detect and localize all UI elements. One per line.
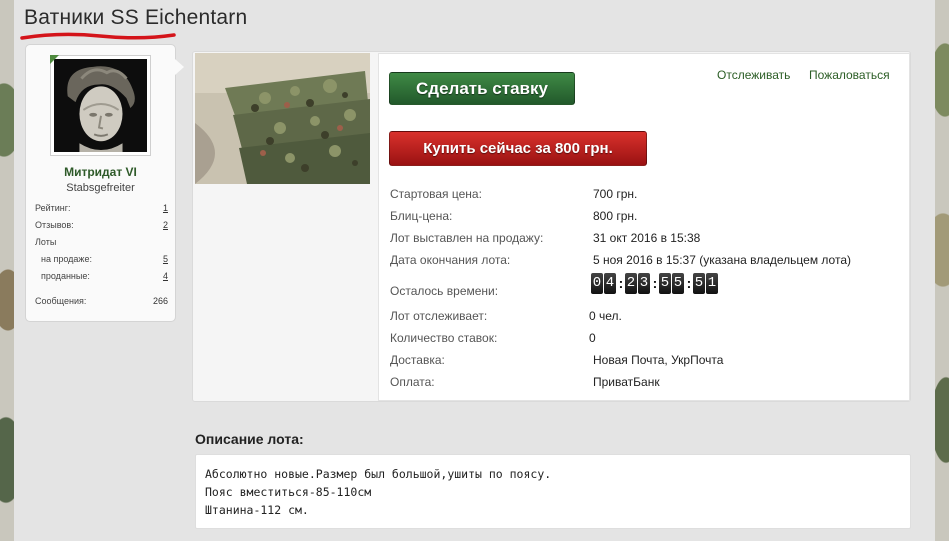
stat-messages-value: 266 [152, 296, 168, 306]
title-underline [20, 32, 176, 40]
stat-lots: Лоты [35, 237, 168, 247]
stat-rating: Рейтинг: 1 [35, 203, 168, 213]
stat-rating-value[interactable]: 1 [163, 203, 168, 213]
report-link[interactable]: Пожаловаться [809, 68, 890, 82]
field-delivery-value: Новая Почта, УкрПочта [593, 353, 724, 367]
description-title: Описание лота: [195, 431, 304, 447]
timer-digit: 1 [706, 272, 718, 294]
stat-reviews-label: Отзывов: [35, 220, 74, 230]
stat-lots-label: Лоты [35, 237, 57, 247]
lot-photo-image [195, 53, 370, 184]
field-bids-value: 0 [589, 331, 596, 345]
stat-rating-label: Рейтинг: [35, 203, 71, 213]
stat-on-sale-value[interactable]: 5 [163, 254, 168, 264]
avatar-corner-marker [50, 55, 59, 64]
field-watchers-label: Лот отслеживает: [390, 309, 488, 323]
field-blitz-price-value: 800 грн. [593, 209, 638, 223]
stat-sold-label: проданные: [41, 271, 90, 281]
description-line: Штанина-112 см. [205, 503, 309, 517]
timer-separator: : [686, 275, 692, 291]
field-delivery-label: Доставка: [390, 353, 445, 367]
field-time-left-label: Осталось времени: [390, 284, 499, 298]
field-end-date-value: 5 ноя 2016 в 15:37 (указана владельцем л… [593, 253, 851, 267]
stat-reviews: Отзывов: 2 [35, 220, 168, 230]
user-card: Митридат VI Stabsgefreiter Рейтинг: 1 От… [25, 44, 184, 322]
timer-separator: : [618, 275, 624, 291]
description-line: Абсолютно новые.Размер был большой,ушиты… [205, 467, 552, 481]
timer-digit: 0 [591, 272, 603, 294]
stat-messages-label: Сообщения: [35, 296, 87, 306]
lot-photo[interactable] [195, 53, 370, 184]
page-title: Ватники SS Eichentarn [24, 6, 248, 29]
timer-digit: 3 [638, 272, 650, 294]
countdown-timer: 0 4 : 2 3 : 5 5 : 5 1 [591, 272, 719, 294]
field-start-price-value: 700 грн. [593, 187, 638, 201]
place-bid-button[interactable]: Сделать ставку [389, 72, 575, 105]
description-line: Пояс вместиться-85-110см [205, 485, 372, 499]
field-end-date-label: Дата окончания лота: [390, 253, 511, 267]
timer-digit: 5 [659, 272, 671, 294]
description-box: Абсолютно новые.Размер был большой,ушиты… [195, 454, 911, 529]
stat-on-sale: на продаже: 5 [41, 254, 168, 264]
avatar[interactable] [50, 55, 151, 156]
follow-link[interactable]: Отслеживать [717, 68, 790, 82]
timer-separator: : [652, 275, 658, 291]
field-listed-label: Лот выставлен на продажу: [390, 231, 544, 245]
stat-on-sale-label: на продаже: [41, 254, 92, 264]
field-watchers-value: 0 чел. [589, 309, 622, 323]
avatar-image [54, 59, 147, 152]
stat-sold-value[interactable]: 4 [163, 271, 168, 281]
stat-sold: проданные: 4 [41, 271, 168, 281]
field-payment-value: ПриватБанк [593, 375, 660, 389]
field-blitz-price-label: Блиц-цена: [390, 209, 453, 223]
timer-digit: 5 [672, 272, 684, 294]
field-payment-label: Оплата: [390, 375, 435, 389]
field-bids-label: Количество ставок: [390, 331, 498, 345]
user-rank: Stabsgefreiter [66, 182, 135, 194]
username-link[interactable]: Митридат VI [26, 165, 175, 179]
stat-messages: Сообщения: 266 [35, 296, 168, 306]
buy-now-button[interactable]: Купить сейчас за 800 грн. [389, 131, 647, 166]
timer-digit: 5 [693, 272, 705, 294]
page: Ватники SS Eichentarn Митридат VI Stabsg… [14, 0, 935, 541]
field-listed-value: 31 окт 2016 в 15:38 [593, 231, 701, 245]
timer-digit: 4 [604, 272, 616, 294]
lot-info-box [378, 53, 910, 401]
stat-reviews-value[interactable]: 2 [163, 220, 168, 230]
timer-digit: 2 [625, 272, 637, 294]
field-start-price-label: Стартовая цена: [390, 187, 482, 201]
